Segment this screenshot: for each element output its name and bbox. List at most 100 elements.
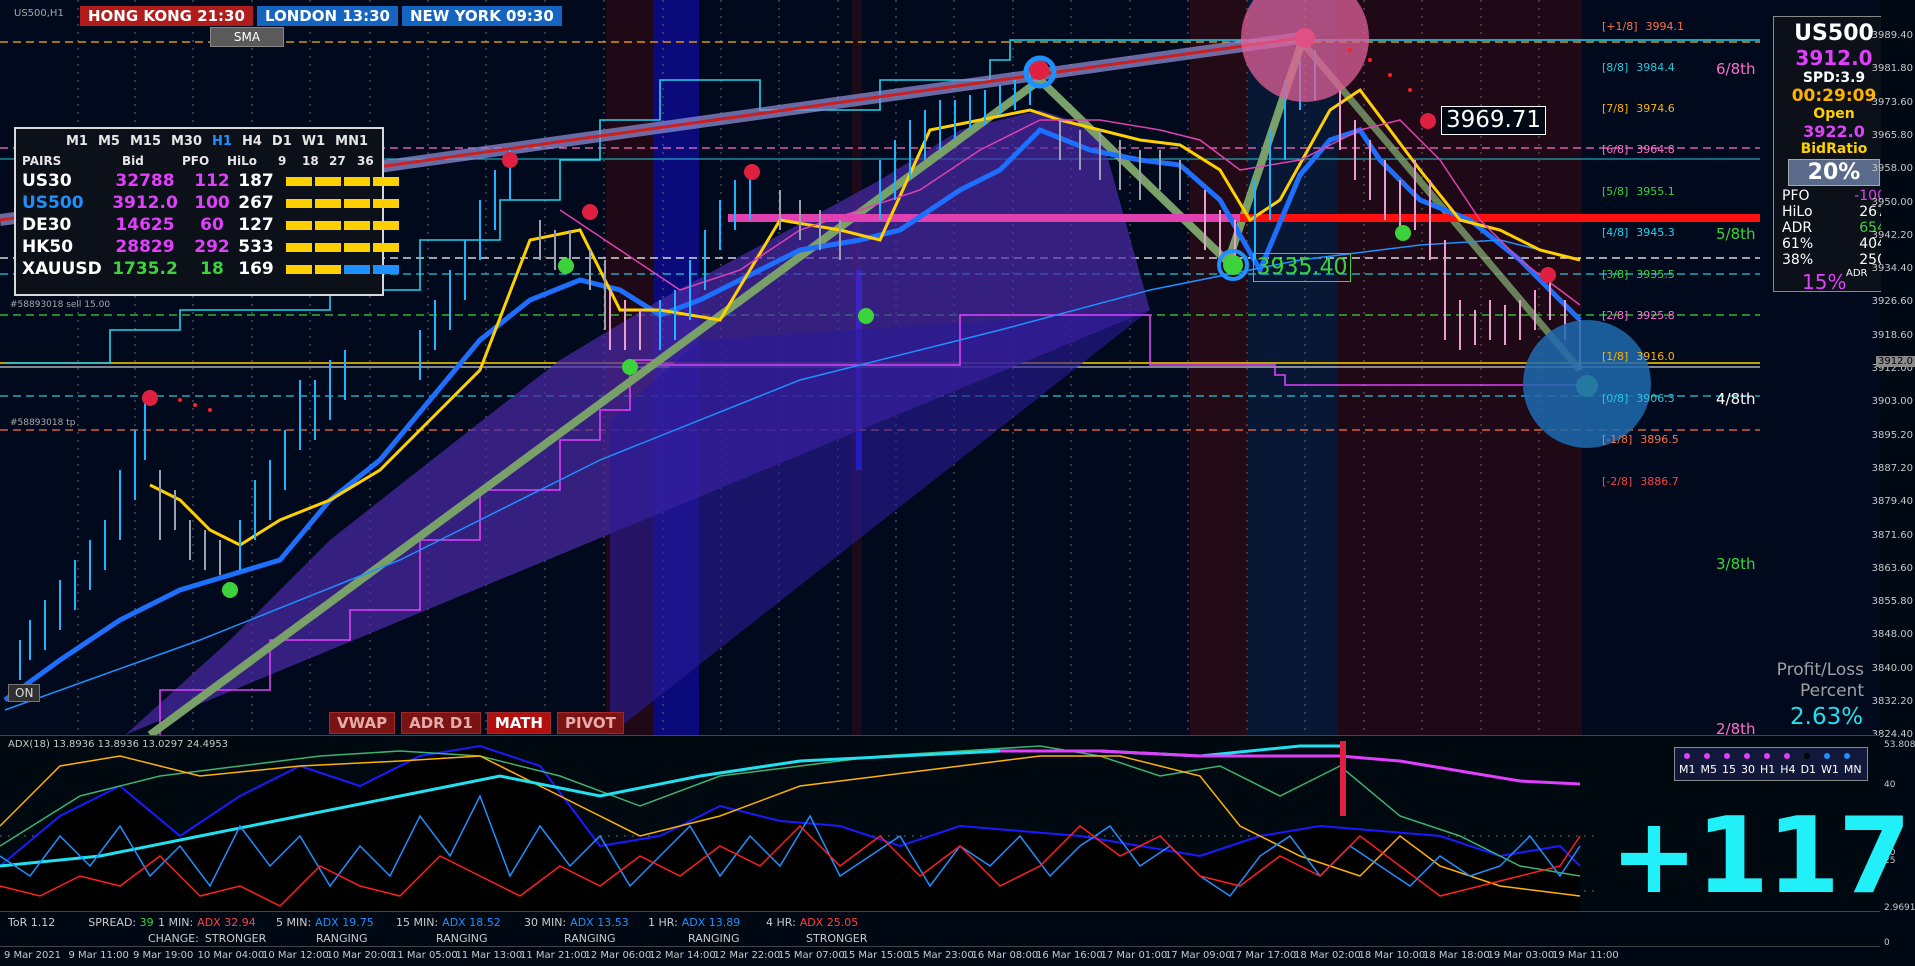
pair-row[interactable]: HK50 28829 292 533 [22, 237, 402, 257]
price-tick: 3832.20 [1871, 696, 1913, 707]
price-tick: 3855.80 [1871, 596, 1913, 608]
info-bidratio: 20% [1788, 159, 1880, 186]
vwap-button[interactable]: VWAP [329, 712, 396, 734]
sma-button[interactable]: SMA [210, 27, 284, 47]
tf-w1[interactable]: W1 [302, 134, 325, 149]
murrey-level-price: 3886.7 [1640, 475, 1679, 488]
pair-row[interactable]: US30 32788 112 187 [22, 171, 402, 191]
strength-bar [315, 220, 341, 230]
time-tick: 12 Mar 22:00 [713, 950, 781, 961]
time-tick: 10 Mar 20:00 [326, 950, 394, 961]
murrey-level-name: [3/8] [1602, 268, 1629, 281]
strength-bar [344, 264, 370, 274]
tf-d1[interactable]: D1 [272, 134, 292, 149]
strength-bar [315, 176, 341, 186]
tf-mn1[interactable]: MN1 [335, 134, 368, 149]
murrey-level-name: [0/8] [1602, 392, 1629, 405]
hdr-27: 27 [329, 154, 346, 168]
pair-bid: 3912.0 [112, 193, 178, 213]
info-bidratio-label: BidRatio [1800, 141, 1868, 157]
pair-name: HK50 [22, 237, 74, 257]
pair-bid: 1735.2 [112, 259, 178, 279]
murrey-level-name: [5/8] [1602, 185, 1629, 198]
status-adx-value: ADX 13.53 [570, 916, 629, 929]
strength-bar [373, 264, 399, 274]
pair-name: US500 [22, 193, 84, 213]
eighth-level-label: 3/8th [1716, 555, 1756, 573]
strength-bar [344, 242, 370, 252]
status-adx-value: ADX 19.75 [315, 916, 374, 929]
time-axis[interactable]: 9 Mar 2021 9 Mar 11:00 9 Mar 19:00 10 Mar 0… [0, 946, 1880, 966]
price-tick: 3918.60 [1871, 329, 1913, 341]
tf-h1[interactable]: H1 [212, 134, 232, 149]
math-button[interactable]: MATH [486, 712, 551, 734]
murrey-level-price: 3945.3 [1636, 226, 1675, 239]
status-adx-item: 1 MIN: ADX 32.94 [158, 916, 256, 929]
price-tick: 3965.80 [1871, 129, 1913, 141]
price-chart-canvas[interactable] [0, 0, 1880, 735]
pair-bid: 32788 [115, 171, 175, 191]
timeframe-selector: M1 M5 M15 M30 H1 H4 D1 W1 MN1 [66, 134, 368, 149]
order-sell-label: #58893018 sell 15.00 [10, 300, 111, 310]
price-tick: 3926.60 [1871, 296, 1913, 308]
time-tick: 17 Mar 09:00 [1165, 950, 1232, 961]
spread-label: SPREAD: [88, 916, 137, 929]
price-tick: 3887.20 [1871, 462, 1913, 474]
hdr-9: 9 [278, 154, 287, 168]
clock-london: LONDON 13:30 [256, 6, 398, 26]
on-toggle-button[interactable]: ON [8, 684, 41, 702]
profit-loss-label-2: Percent [1800, 681, 1864, 701]
time-tick: 9 Mar 11:00 [68, 950, 129, 961]
eighth-level-label: 6/8th [1716, 60, 1756, 78]
murrey-level-name: [2/8] [1602, 309, 1629, 322]
price-tick: 3934.40 [1871, 263, 1913, 275]
price-tick: 3989.40 [1871, 30, 1913, 41]
tf-m5[interactable]: M5 [98, 134, 120, 149]
status-state: STRONGER [806, 932, 868, 945]
status-state-item: CHANGE: STRONGER [148, 932, 266, 945]
time-tick: 15 Mar 07:00 [778, 950, 845, 961]
eighth-level-label: 5/8th [1716, 225, 1756, 243]
strength-bar [373, 198, 399, 208]
murrey-level-price: 3974.6 [1636, 102, 1675, 115]
pivot-button[interactable]: PIVOT [557, 712, 624, 734]
status-adx-item: 30 MIN: ADX 13.53 [524, 916, 629, 929]
price-tick: 3871.60 [1871, 529, 1913, 541]
spread-value: 39 [139, 916, 154, 929]
pair-hilo: 187 [238, 171, 274, 191]
info-pct1: 61% [1782, 236, 1814, 252]
green-price-callout: 3935.40 [1253, 253, 1351, 282]
pair-hilo: 169 [238, 259, 274, 279]
hdr-bid: Bid [122, 154, 144, 168]
price-tick: 3903.00 [1871, 396, 1913, 408]
adx-header: ADX(18) 13.8936 13.8936 13.0297 24.4953 [8, 739, 229, 750]
tf-m1[interactable]: M1 [66, 134, 88, 149]
eighth-level-label: 4/8th [1716, 390, 1756, 408]
status-state-item: RANGING [436, 932, 487, 945]
time-tick: 11 Mar 05:00 [391, 950, 458, 961]
trading-chart-window: HONG KONG 21:30 LONDON 13:30 NEW YORK 09… [0, 0, 1915, 966]
price-tick: 3958.00 [1871, 163, 1913, 175]
murrey-level-name: [8/8] [1602, 61, 1629, 74]
murrey-level-price: 3935.5 [1636, 268, 1675, 281]
tf-m30[interactable]: M30 [171, 134, 202, 149]
status-state: RANGING [564, 932, 616, 945]
adx-lines [0, 736, 1880, 911]
adx-tick: 40 [1884, 780, 1896, 790]
pair-row[interactable]: DE30 14625 60 127 [22, 215, 402, 235]
adr-d1-button[interactable]: ADR D1 [401, 712, 481, 734]
current-price-tag: 3912.0 [1876, 356, 1915, 367]
time-tick: 16 Mar 08:00 [971, 950, 1039, 961]
info-pct2: 38% [1782, 252, 1814, 268]
pair-hilo: 533 [238, 237, 274, 257]
adx-subwindow[interactable] [0, 735, 1880, 911]
time-tick: 18 Mar 18:00 [1423, 950, 1490, 961]
tf-h4[interactable]: H4 [242, 134, 262, 149]
time-tick: 15 Mar 15:00 [842, 950, 910, 961]
pair-row[interactable]: US500 3912.0 100 267 [22, 193, 402, 213]
tf-legend-item: W1 [1821, 763, 1839, 776]
status-state-item: RANGING [316, 932, 367, 945]
strength-bar [315, 264, 341, 274]
pair-row[interactable]: XAUUSD 1735.2 18 169 [22, 259, 402, 279]
tf-m15[interactable]: M15 [130, 134, 161, 149]
